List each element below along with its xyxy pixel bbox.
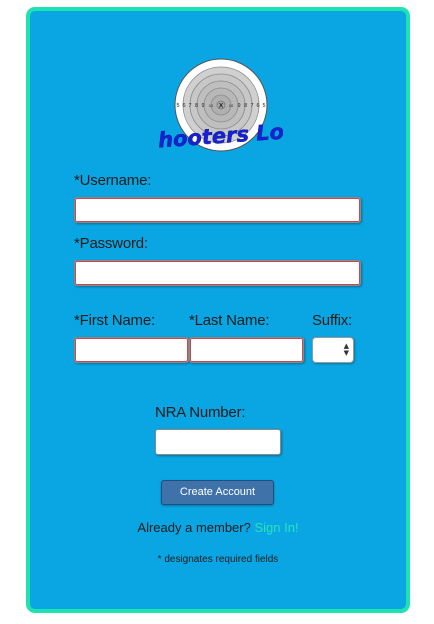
signup-card: 5 6 7 8 9 10 X 10 9 8 7 6 5 Shooters Log… xyxy=(26,7,410,613)
target-number: 5 xyxy=(176,103,179,109)
target-number: 8 xyxy=(244,103,247,109)
target-number: 9 xyxy=(201,103,204,109)
username-label: *Username: xyxy=(74,172,152,189)
last-name-label: *Last Name: xyxy=(189,312,270,329)
target-number: 10 xyxy=(209,103,214,108)
already-member-text: Already a member? xyxy=(137,520,251,535)
password-input[interactable] xyxy=(74,260,361,286)
required-fields-note: * designates required fields xyxy=(157,554,279,565)
sign-in-link[interactable]: Sign In! xyxy=(254,520,298,535)
nra-number-label: NRA Number: xyxy=(155,404,246,421)
target-number: 7 xyxy=(250,103,253,109)
suffix-label: Suffix: xyxy=(312,312,353,329)
target-number: 6 xyxy=(256,103,259,109)
create-account-button[interactable]: Create Account xyxy=(161,480,274,505)
already-member-line: Already a member? Sign In! xyxy=(30,520,406,535)
username-input[interactable] xyxy=(74,197,361,223)
target-logo-icon: 5 6 7 8 9 10 X 10 9 8 7 6 5 Shooters Log xyxy=(158,58,283,154)
suffix-select[interactable]: ▲ ▼ xyxy=(312,337,354,363)
first-name-input[interactable] xyxy=(74,337,189,363)
shooters-log-logo: 5 6 7 8 9 10 X 10 9 8 7 6 5 Shooters Log xyxy=(158,57,283,161)
target-number: 7 xyxy=(188,103,191,109)
target-number: 9 xyxy=(237,103,240,109)
password-label: *Password: xyxy=(74,235,148,252)
target-center-x: X xyxy=(219,103,224,110)
target-number: 5 xyxy=(262,103,265,109)
nra-number-input[interactable] xyxy=(155,429,281,455)
last-name-input[interactable] xyxy=(189,337,304,363)
target-number: 8 xyxy=(195,103,198,109)
target-number: 6 xyxy=(182,103,185,109)
first-name-label: *First Name: xyxy=(74,312,155,329)
select-arrows-icon: ▲ ▼ xyxy=(343,342,349,357)
target-number: 10 xyxy=(229,103,234,108)
